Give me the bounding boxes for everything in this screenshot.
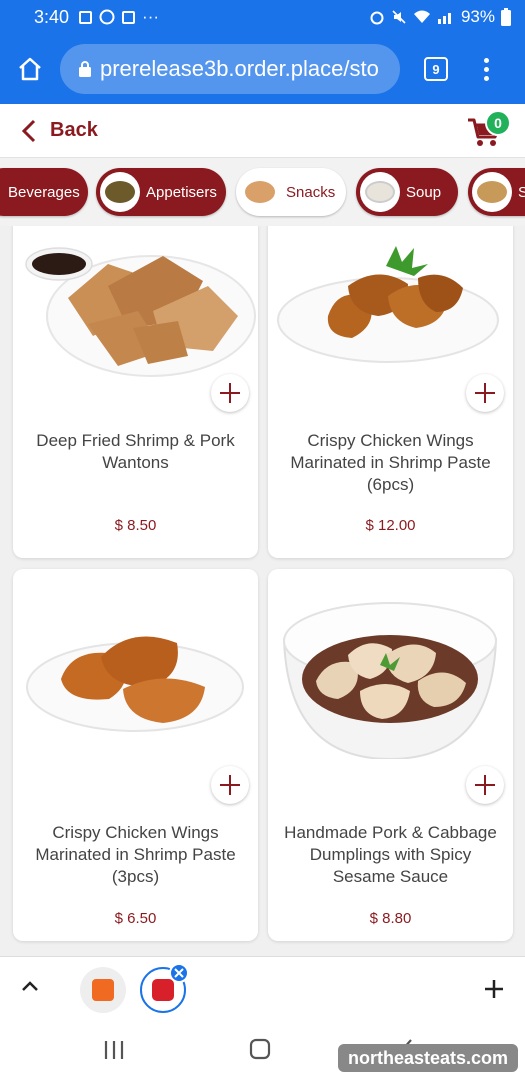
browser-notification-icon: [122, 10, 136, 24]
url-text: prerelease3b.order.place/sto: [100, 56, 379, 81]
home-nav-icon[interactable]: [249, 1038, 271, 1060]
address-bar[interactable]: prerelease3b.order.place/sto: [60, 44, 400, 94]
appetisers-thumbnail: [100, 172, 140, 212]
wifi-icon: [413, 10, 430, 23]
app-header: Back 0: [0, 104, 525, 158]
cart-count-badge: 0: [485, 110, 511, 136]
watermark: northeasteats.com: [338, 1044, 518, 1072]
add-to-cart-button[interactable]: [466, 374, 504, 412]
browser-tab-strip: [0, 956, 525, 1020]
category-chip-beverages[interactable]: Beverages: [0, 168, 88, 216]
chevron-up-icon[interactable]: [20, 979, 40, 993]
add-to-cart-button[interactable]: [466, 766, 504, 804]
indeed-icon: [92, 979, 114, 1001]
category-chip-appetisers[interactable]: Appetisers: [96, 168, 226, 216]
home-button[interactable]: [0, 34, 60, 104]
new-tab-plus-icon[interactable]: [484, 979, 504, 999]
category-bar: Beverages Appetisers Snacks Soup S: [0, 158, 525, 226]
more-notifications-indicator: ···: [142, 7, 160, 26]
product-price: $ 8.80: [369, 910, 412, 927]
restaurant-favicon: [152, 979, 174, 1001]
snacks-thumbnail: [240, 172, 280, 212]
notification-icons: ···: [79, 7, 159, 27]
whatsapp-icon: [99, 9, 115, 25]
product-card[interactable]: Crispy Chicken Wings Marinated in Shrimp…: [268, 226, 513, 558]
alarm-icon: [370, 11, 384, 25]
product-name: Handmade Pork & Cabbage Dumplings with S…: [284, 823, 497, 886]
product-card[interactable]: Deep Fried Shrimp & Pork Wantons $ 8.50: [13, 226, 258, 558]
product-name: Deep Fried Shrimp & Pork Wantons: [36, 431, 235, 472]
browser-toolbar: prerelease3b.order.place/sto 9: [0, 34, 525, 104]
category-chip-soup[interactable]: Soup: [356, 168, 458, 216]
product-grid: Deep Fried Shrimp & Pork Wantons $ 8.50 …: [0, 226, 525, 956]
next-category-thumbnail: [472, 172, 512, 212]
back-button[interactable]: Back: [22, 119, 98, 143]
add-to-cart-button[interactable]: [211, 374, 249, 412]
wantons-image: [25, 247, 256, 377]
close-tab-button[interactable]: [169, 963, 189, 983]
battery-percent: 93%: [460, 7, 495, 26]
category-chip-snacks[interactable]: Snacks: [236, 168, 346, 216]
product-price: $ 12.00: [365, 517, 416, 534]
product-card[interactable]: Handmade Pork & Cabbage Dumplings with S…: [268, 569, 513, 941]
product-price: $ 6.50: [114, 910, 157, 927]
chevron-left-icon: [22, 119, 36, 142]
gallery-icon: [79, 10, 93, 24]
signal-icon: [437, 13, 451, 24]
product-name: Crispy Chicken Wings Marinated in Shrimp…: [290, 431, 491, 494]
category-chip-next[interactable]: S: [468, 168, 525, 216]
tab-thumbnail-indeed[interactable]: [80, 967, 126, 1013]
status-time: 3:40: [34, 6, 70, 27]
close-icon: [174, 968, 184, 978]
home-icon: [19, 57, 41, 81]
status-bar: 3:40 ··· 93%: [0, 0, 525, 34]
chicken-wings-6pcs-image: [277, 246, 499, 363]
battery-icon: [501, 8, 511, 26]
product-card[interactable]: Crispy Chicken Wings Marinated in Shrimp…: [13, 569, 258, 941]
product-price: $ 8.50: [114, 517, 157, 534]
chicken-wings-3pcs-image: [26, 636, 244, 732]
mute-icon: [392, 10, 406, 24]
tab-switcher-button[interactable]: 9: [424, 57, 448, 81]
product-name: Crispy Chicken Wings Marinated in Shrimp…: [35, 823, 236, 886]
recent-apps-icon[interactable]: [103, 1040, 125, 1060]
back-label: Back: [50, 119, 98, 141]
soup-thumbnail: [360, 172, 400, 212]
add-to-cart-button[interactable]: [211, 766, 249, 804]
dumplings-image: [282, 602, 498, 759]
browser-menu-button[interactable]: [484, 57, 489, 81]
lock-icon: [79, 61, 91, 77]
